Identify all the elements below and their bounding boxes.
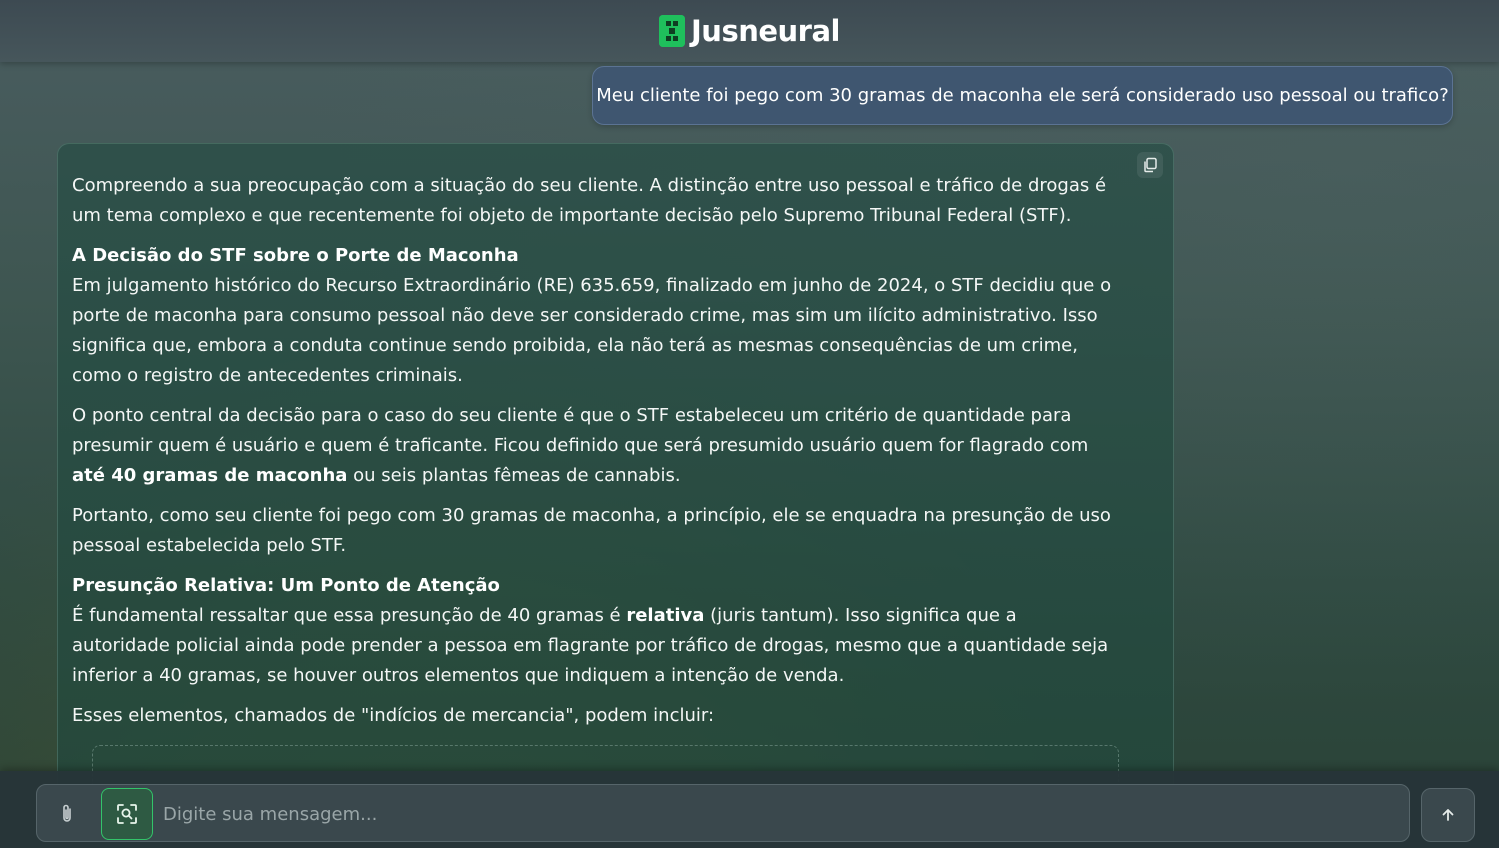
scan-icon <box>117 804 137 824</box>
paperclip-icon <box>63 804 71 822</box>
brand-logo[interactable]: Jusneural <box>659 14 840 48</box>
brand-name: Jusneural <box>691 14 840 48</box>
top-header: Jusneural <box>0 0 1499 62</box>
user-message-bubble: Meu cliente foi pego com 30 gramas de ma… <box>592 66 1453 125</box>
assistant-paragraph: O ponto central da decisão para o caso d… <box>72 405 1089 486</box>
assistant-paragraph: Compreendo a sua preocupação com a situa… <box>72 175 1107 226</box>
jusneural-logo-icon <box>659 15 686 47</box>
section-heading: A Decisão do STF sobre o Porte de Maconh… <box>72 245 519 266</box>
arrow-up-icon <box>1442 809 1454 821</box>
assistant-paragraph: Em julgamento histórico do Recurso Extra… <box>72 275 1112 386</box>
copy-icon <box>1144 157 1157 173</box>
message-input[interactable] <box>161 793 1395 835</box>
send-button[interactable] <box>1421 788 1475 842</box>
attach-button[interactable] <box>53 799 81 829</box>
section-heading: Presunção Relativa: Um Ponto de Atenção <box>72 575 500 596</box>
scan-document-button[interactable] <box>101 788 153 840</box>
assistant-paragraph: É fundamental ressaltar que essa presunç… <box>72 605 1109 686</box>
copy-button[interactable] <box>1137 152 1163 178</box>
composer-bar <box>0 771 1499 848</box>
assistant-paragraph: Esses elementos, chamados de "indícios d… <box>72 705 715 726</box>
bold-text: relativa <box>626 605 705 626</box>
user-message-text: Meu cliente foi pego com 30 gramas de ma… <box>596 85 1449 106</box>
assistant-paragraph: Portanto, como seu cliente foi pego com … <box>72 505 1111 556</box>
composer-input-wrap <box>36 784 1410 842</box>
bold-text: até 40 gramas de maconha <box>72 465 348 486</box>
assistant-message-bubble: Compreendo a sua preocupação com a situa… <box>57 143 1174 823</box>
